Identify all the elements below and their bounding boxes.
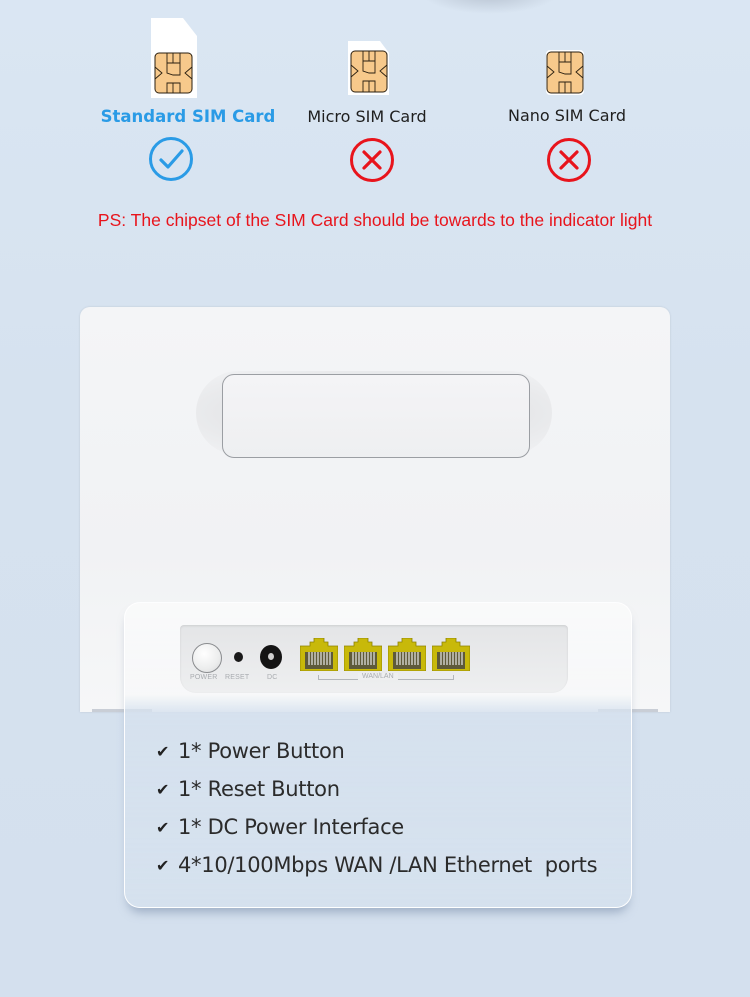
feature-text: 1* Power Button [178,739,345,763]
check-circle-icon [149,137,193,181]
sim-label-micro: Micro SIM Card [307,107,427,126]
standard-sim-card-icon [151,18,197,98]
sim-label-standard: Standard SIM Card [100,107,276,126]
ethernet-port-icon [344,638,382,671]
ethernet-port-icon [432,638,470,671]
checkmark-icon: ✔ [156,741,170,761]
feature-item: ✔ 1* Reset Button [156,770,597,808]
feature-item: ✔ 4*10/100Mbps WAN /LAN Ethernet ports [156,846,598,884]
router-port-panel: POWER RESET DC WAN/LAN [180,625,568,693]
reset-port-label: RESET [225,674,250,681]
x-circle-icon [547,138,591,182]
feature-item: ✔ 1* DC Power Interface [156,808,597,846]
checkmark-icon: ✔ [156,855,170,875]
ethernet-port-icon [300,638,338,671]
nano-sim-card-icon [546,50,584,95]
checkmark-icon: ✔ [156,779,170,799]
wan-lan-label: WAN/LAN [358,673,398,680]
reset-button-port [234,652,243,662]
feature-text: 4*10/100Mbps WAN /LAN Ethernet ports [178,853,598,877]
x-circle-icon [350,138,394,182]
micro-sim-card-icon [348,41,389,95]
feature-item: ✔ 1* Power Button [156,732,597,770]
power-port-label: POWER [190,674,218,681]
dc-power-port [260,645,282,669]
sim-orientation-note: PS: The chipset of the SIM Card should b… [97,210,653,230]
dc-port-label: DC [267,674,278,681]
sim-label-nano: Nano SIM Card [508,106,626,125]
feature-list: ✔ 1* Power Button ✔ 1* Reset Button ✔ 1*… [156,732,598,884]
power-button-port [192,643,222,673]
checkmark-icon: ✔ [156,817,170,837]
router-handle [222,374,530,458]
ethernet-port-icon [388,638,426,671]
feature-text: 1* DC Power Interface [178,815,404,839]
feature-text: 1* Reset Button [178,777,340,801]
decorative-shadow [420,0,560,14]
